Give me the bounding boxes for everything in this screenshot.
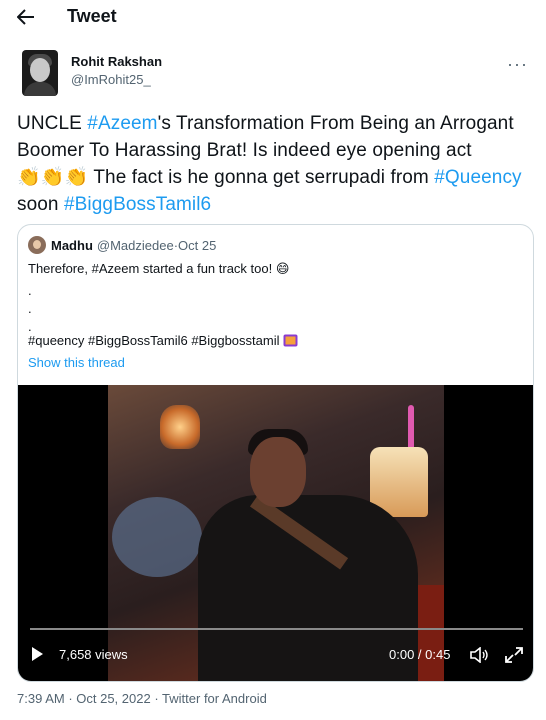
volume-icon: [470, 646, 488, 664]
author-name[interactable]: Rohit Rakshan: [71, 54, 162, 69]
show-thread-link[interactable]: Show this thread: [28, 354, 125, 371]
clapping-hands-emoji: 👏👏👏: [17, 167, 89, 188]
hashtag-azeem[interactable]: #Azeem: [87, 113, 157, 134]
video-views: 7,658 views: [59, 647, 128, 662]
page-title: Tweet: [67, 6, 117, 26]
quote-text-line: Therefore, #Azeem started a fun track to…: [28, 261, 290, 276]
tweet-text: UNCLE #Azeem's Transformation From Being…: [17, 110, 529, 218]
video-player[interactable]: 7,658 views 0:00 / 0:45: [18, 385, 533, 681]
meta-separator: ·: [150, 691, 163, 706]
tweet-metadata: 7:39 AM · Oct 25, 2022 · Twitter for And…: [17, 691, 267, 706]
quote-text-dot: .: [28, 283, 32, 298]
tweet-date[interactable]: Oct 25, 2022: [76, 691, 150, 706]
hashtag-biggbosstamil6[interactable]: #BiggBossTamil6: [64, 194, 211, 215]
quote-author-name: Madhu: [51, 237, 93, 253]
quoted-tweet[interactable]: Madhu @Madziedee · Oct 25 Therefore, #Az…: [17, 224, 534, 682]
video-frame: [108, 385, 444, 681]
quote-text-dot: .: [28, 301, 32, 316]
fullscreen-icon: [505, 647, 523, 663]
video-seek-bar[interactable]: [30, 628, 523, 630]
play-icon[interactable]: [32, 647, 43, 661]
tweet-text-part: UNCLE: [17, 113, 88, 134]
author-handle[interactable]: @ImRohit25_: [71, 72, 151, 87]
hashtag-queency[interactable]: #Queency: [434, 167, 521, 188]
more-horizontal-icon: ···: [507, 54, 528, 74]
meta-separator: ·: [64, 691, 77, 706]
quote-date: Oct 25: [178, 237, 217, 253]
quote-avatar: [28, 236, 46, 254]
fullscreen-button[interactable]: [505, 647, 523, 663]
top-bar: Tweet: [0, 0, 546, 34]
arrow-left-icon: [17, 9, 34, 25]
tweet-author: Rohit Rakshan @ImRohit25_ ···: [18, 46, 528, 98]
quote-header: Madhu @Madziedee · Oct 25: [28, 235, 216, 255]
volume-button[interactable]: [469, 646, 489, 664]
more-button[interactable]: ···: [507, 54, 528, 75]
quote-author-handle: @Madziedee: [96, 237, 174, 253]
tweet-source[interactable]: Twitter for Android: [162, 691, 267, 706]
video-time: 0:00 / 0:45: [389, 647, 451, 662]
avatar[interactable]: [22, 50, 58, 96]
tweet-text-part: soon: [17, 194, 64, 215]
tweet-text-part: The fact is he gonna get serrupadi from: [88, 167, 435, 188]
quote-hashtags: #queency #BiggBossTamil6 #Biggbosstamil: [28, 332, 298, 349]
back-button[interactable]: [12, 4, 40, 30]
quote-hashtags-text[interactable]: #queency #BiggBossTamil6 #Biggbosstamil: [28, 333, 279, 348]
tweet-time[interactable]: 7:39 AM: [17, 691, 65, 706]
tv-emoji-icon: [283, 334, 298, 347]
